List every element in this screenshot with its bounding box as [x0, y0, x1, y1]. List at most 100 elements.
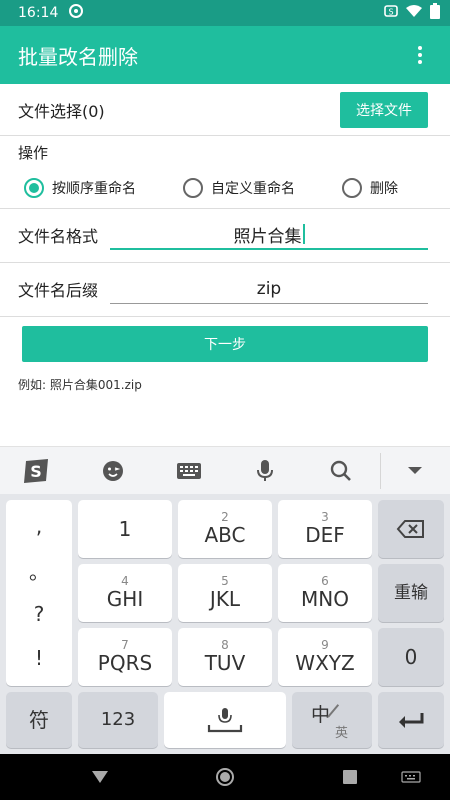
format-value: 照片合集	[233, 226, 302, 247]
key-main: 符	[29, 708, 49, 732]
key-sub: 2	[221, 510, 229, 524]
key-main: PQRS	[97, 651, 153, 675]
suffix-input[interactable]: zip	[110, 274, 428, 304]
enter-icon	[399, 713, 424, 728]
choose-file-button[interactable]: 选择文件	[340, 91, 428, 128]
suffix-value: zip	[256, 278, 282, 299]
symbol-key[interactable]: ,	[6, 506, 72, 546]
key-sub: 3	[321, 510, 329, 524]
key-main: TUV	[204, 651, 246, 675]
radio-label: 自定义重命名	[211, 181, 295, 197]
next-step-button[interactable]: 下一步	[22, 326, 428, 362]
emoji-icon[interactable]	[98, 457, 128, 485]
home-icon[interactable]	[214, 766, 236, 788]
format-input[interactable]: 照片合集	[110, 220, 428, 250]
keyboard: , 。 ? ! 1 2 ABC 3 DEF 4 GHI 5 JKL 6 MNO …	[0, 494, 450, 754]
radio-unchecked-icon	[342, 178, 362, 198]
operation-radio-group: 按顺序重命名 自定义重命名 删除	[0, 172, 450, 204]
collapse-keyboard-icon[interactable]	[400, 457, 430, 485]
status-time: 16:14	[18, 5, 59, 21]
cn-en-toggle: 中 英	[307, 698, 357, 742]
svg-text:S: S	[30, 462, 42, 481]
svg-text:S: S	[388, 8, 393, 17]
file-select-label: 文件选择(0)	[18, 101, 105, 121]
symbol-key[interactable]: 。	[6, 550, 72, 590]
key-main: MNO	[301, 587, 349, 611]
key-def[interactable]: 3 DEF	[278, 500, 372, 558]
operation-title: 操作	[18, 144, 49, 162]
keyboard-icon[interactable]	[174, 457, 204, 485]
key-main: 0	[404, 645, 418, 669]
overflow-menu-icon[interactable]	[408, 43, 432, 67]
radio-label: 按顺序重命名	[52, 181, 136, 197]
key-0[interactable]: 0	[378, 628, 444, 686]
text-caret	[302, 224, 305, 244]
keyboard-switch-icon[interactable]	[400, 766, 422, 788]
key-sub: 4	[121, 574, 129, 588]
voice-space-icon	[207, 708, 243, 733]
key-1[interactable]: 1	[78, 500, 172, 558]
divider	[0, 316, 450, 317]
example-text: 例如: 照片合集001.zip	[18, 378, 142, 392]
radio-label: 删除	[370, 181, 398, 197]
key-pqrs[interactable]: 7 PQRS	[78, 628, 172, 686]
notification-icon: S	[384, 4, 398, 22]
en-label: 英	[335, 726, 349, 741]
key-mno[interactable]: 6 MNO	[278, 564, 372, 622]
key-sub: 6	[321, 574, 329, 588]
key-ghi[interactable]: 4 GHI	[78, 564, 172, 622]
recents-icon[interactable]	[339, 766, 361, 788]
space-key[interactable]	[164, 692, 286, 748]
symbol-switch-key[interactable]: 符	[6, 692, 72, 748]
enter-key[interactable]	[378, 692, 444, 748]
radio-sequential-rename[interactable]: 按顺序重命名	[24, 178, 136, 198]
app-title: 批量改名删除	[18, 44, 138, 69]
key-main: 1	[118, 517, 132, 541]
key-sub: 8	[221, 638, 229, 652]
key-abc[interactable]: 2 ABC	[178, 500, 272, 558]
cn-label: 中	[311, 704, 331, 726]
key-tuv[interactable]: 8 TUV	[178, 628, 272, 686]
key-sub: 9	[321, 638, 329, 652]
symbol-key[interactable]: !	[6, 638, 72, 678]
status-bar: 16:14 S	[0, 0, 450, 26]
microphone-icon[interactable]	[250, 457, 280, 485]
radio-unchecked-icon	[183, 178, 203, 198]
sogou-logo-icon[interactable]: S	[22, 457, 52, 485]
language-switch-key[interactable]: 中 英	[292, 692, 372, 748]
backspace-icon	[396, 520, 424, 538]
key-main: 123	[100, 709, 136, 730]
back-icon[interactable]	[89, 766, 111, 788]
radio-delete[interactable]: 删除	[342, 178, 398, 198]
symbol-key[interactable]: ?	[6, 594, 72, 634]
key-wxyz[interactable]: 9 WXYZ	[278, 628, 372, 686]
toolbar-separator	[380, 453, 381, 489]
key-main: DEF	[305, 523, 345, 547]
backspace-key[interactable]	[378, 500, 444, 558]
radio-checked-icon	[24, 178, 44, 198]
wifi-icon	[406, 4, 422, 22]
number-switch-key[interactable]: 123	[78, 692, 158, 748]
radio-custom-rename[interactable]: 自定义重命名	[183, 178, 295, 198]
key-main: ABC	[204, 523, 246, 547]
format-row: 文件名格式 照片合集	[0, 208, 450, 262]
format-label: 文件名格式	[18, 227, 99, 246]
app-bar: 批量改名删除	[0, 26, 450, 84]
key-main: GHI	[106, 587, 144, 611]
battery-icon	[430, 3, 440, 23]
reenter-key[interactable]: 重输	[378, 564, 444, 622]
keyboard-toolbar: S	[0, 446, 450, 494]
key-jkl[interactable]: 5 JKL	[178, 564, 272, 622]
symbol-column: , 。 ? !	[6, 500, 72, 686]
search-icon[interactable]	[326, 457, 356, 485]
file-select-row: 文件选择(0) 选择文件	[0, 84, 450, 136]
key-sub: 7	[121, 638, 129, 652]
key-sub: 5	[221, 574, 229, 588]
key-main: JKL	[209, 587, 241, 611]
sync-icon	[68, 3, 84, 23]
key-main: WXYZ	[295, 651, 355, 675]
suffix-row: 文件名后缀 zip	[0, 262, 450, 316]
navigation-bar	[0, 754, 450, 800]
suffix-label: 文件名后缀	[18, 281, 99, 300]
key-main: 重输	[394, 583, 428, 603]
